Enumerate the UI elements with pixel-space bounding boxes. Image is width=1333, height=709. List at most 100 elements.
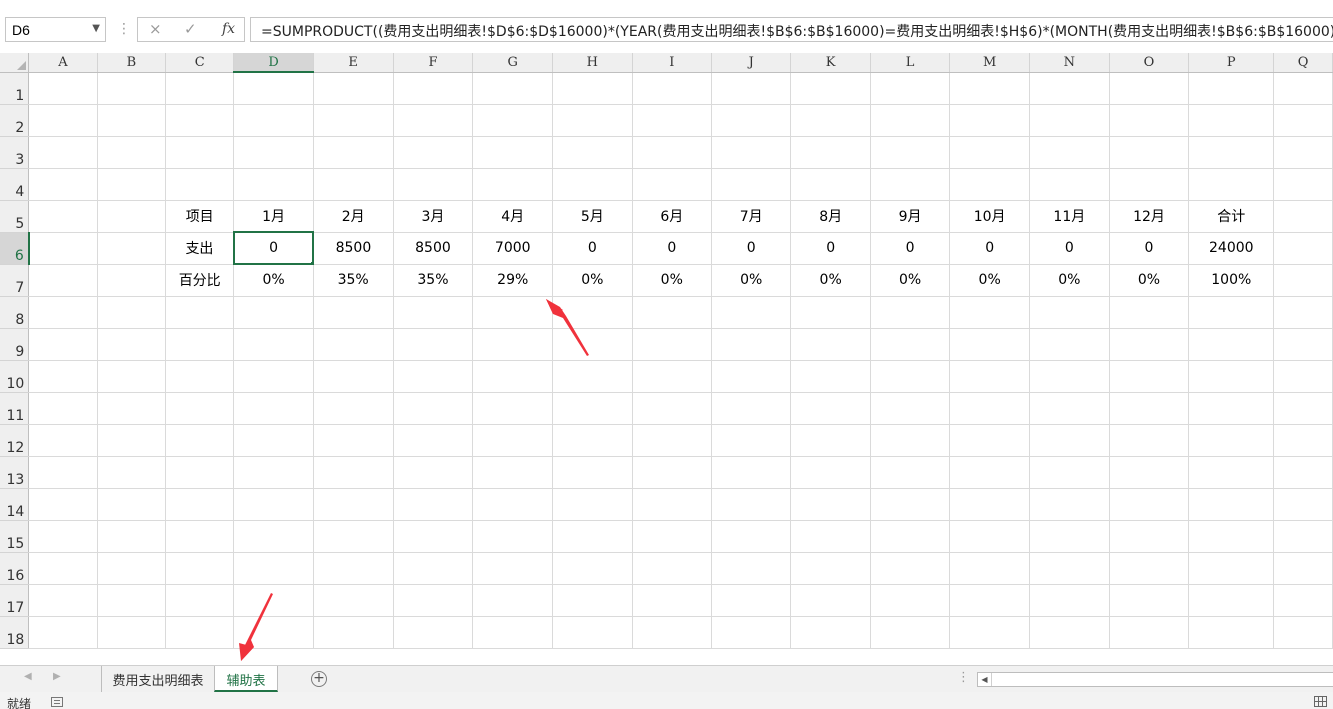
cancel-icon[interactable]: × — [149, 20, 162, 38]
cell-b6[interactable] — [97, 232, 167, 265]
cell-g17[interactable] — [472, 584, 554, 617]
cell-a8[interactable] — [28, 296, 98, 329]
cell-i2[interactable] — [632, 104, 713, 137]
cell-o16[interactable] — [1109, 552, 1190, 585]
row-header[interactable]: 16 — [0, 552, 30, 585]
cell-i1[interactable] — [632, 72, 713, 105]
cell-h7[interactable]: 0% — [552, 264, 633, 297]
cell-a18[interactable] — [28, 616, 98, 649]
cell-d10[interactable] — [233, 360, 314, 393]
formula-bar-grip-icon[interactable]: ⋮ — [117, 19, 131, 39]
cell-f15[interactable] — [393, 520, 474, 553]
cell-d14[interactable] — [233, 488, 314, 521]
column-header-o[interactable]: O — [1109, 53, 1190, 73]
cell-n18[interactable] — [1029, 616, 1110, 649]
cell-b2[interactable] — [97, 104, 167, 137]
cell-o18[interactable] — [1109, 616, 1190, 649]
cell-l9[interactable] — [870, 328, 951, 361]
cell-o14[interactable] — [1109, 488, 1190, 521]
cell-l16[interactable] — [870, 552, 951, 585]
cell-a15[interactable] — [28, 520, 98, 553]
cell-f3[interactable] — [393, 136, 474, 169]
row-header[interactable]: 1 — [0, 72, 30, 105]
cell-i17[interactable] — [632, 584, 713, 617]
cell-m16[interactable] — [949, 552, 1030, 585]
column-header-d[interactable]: D — [233, 53, 314, 73]
cell-i10[interactable] — [632, 360, 713, 393]
cell-c13[interactable] — [165, 456, 235, 489]
cell-b17[interactable] — [97, 584, 167, 617]
cell-h14[interactable] — [552, 488, 633, 521]
cell-a5[interactable] — [28, 200, 98, 233]
cell-j7[interactable]: 0% — [711, 264, 792, 297]
cell-n5[interactable]: 11月 — [1029, 200, 1110, 233]
prev-sheet-icon[interactable]: ◀ — [24, 671, 32, 682]
cell-h5[interactable]: 5月 — [552, 200, 633, 233]
cell-j13[interactable] — [711, 456, 792, 489]
column-header-f[interactable]: F — [393, 53, 474, 73]
row-header[interactable]: 11 — [0, 392, 30, 425]
cell-g16[interactable] — [472, 552, 554, 585]
cell-e12[interactable] — [313, 424, 394, 457]
cell-k14[interactable] — [790, 488, 871, 521]
cell-e3[interactable] — [313, 136, 394, 169]
cell-h16[interactable] — [552, 552, 633, 585]
macro-record-icon[interactable] — [51, 697, 63, 707]
cell-o11[interactable] — [1109, 392, 1190, 425]
cell-k16[interactable] — [790, 552, 871, 585]
cell-a1[interactable] — [28, 72, 98, 105]
cell-d13[interactable] — [233, 456, 314, 489]
cell-e1[interactable] — [313, 72, 394, 105]
cell-o7[interactable]: 0% — [1109, 264, 1190, 297]
column-header-j[interactable]: J — [711, 53, 792, 73]
column-header-a[interactable]: A — [28, 53, 98, 73]
cell-a11[interactable] — [28, 392, 98, 425]
cell-o4[interactable] — [1109, 168, 1190, 201]
cell-d17[interactable] — [233, 584, 314, 617]
cell-j3[interactable] — [711, 136, 792, 169]
cell-j2[interactable] — [711, 104, 792, 137]
cell-p15[interactable] — [1188, 520, 1275, 553]
cell-b7[interactable] — [97, 264, 167, 297]
cell-h17[interactable] — [552, 584, 633, 617]
cell-c17[interactable] — [165, 584, 235, 617]
cell-b16[interactable] — [97, 552, 167, 585]
cell-j16[interactable] — [711, 552, 792, 585]
cell-g14[interactable] — [472, 488, 554, 521]
cell-j17[interactable] — [711, 584, 792, 617]
active-cell-d6[interactable]: 0 — [232, 231, 315, 265]
row-header[interactable]: 12 — [0, 424, 30, 457]
cell-h12[interactable] — [552, 424, 633, 457]
cell-q4[interactable] — [1273, 168, 1333, 201]
add-sheet-icon[interactable]: + — [311, 671, 327, 687]
cell-b5[interactable] — [97, 200, 167, 233]
cell-j15[interactable] — [711, 520, 792, 553]
cell-f4[interactable] — [393, 168, 474, 201]
cell-m8[interactable] — [949, 296, 1030, 329]
cell-b1[interactable] — [97, 72, 167, 105]
cell-q9[interactable] — [1273, 328, 1333, 361]
cell-k1[interactable] — [790, 72, 871, 105]
cell-n16[interactable] — [1029, 552, 1110, 585]
cell-m15[interactable] — [949, 520, 1030, 553]
cell-k17[interactable] — [790, 584, 871, 617]
column-header-c[interactable]: C — [165, 53, 235, 73]
cell-f13[interactable] — [393, 456, 474, 489]
cell-c12[interactable] — [165, 424, 235, 457]
cell-f8[interactable] — [393, 296, 474, 329]
cell-m3[interactable] — [949, 136, 1030, 169]
formula-input[interactable]: =SUMPRODUCT((费用支出明细表!$D$6:$D$16000)*(YEA… — [250, 17, 1333, 42]
cell-g15[interactable] — [472, 520, 554, 553]
cell-l3[interactable] — [870, 136, 951, 169]
cell-o2[interactable] — [1109, 104, 1190, 137]
cell-q1[interactable] — [1273, 72, 1333, 105]
cell-h1[interactable] — [552, 72, 633, 105]
cell-b12[interactable] — [97, 424, 167, 457]
cell-p4[interactable] — [1188, 168, 1275, 201]
cell-k9[interactable] — [790, 328, 871, 361]
cell-k6[interactable]: 0 — [790, 232, 871, 265]
cell-n17[interactable] — [1029, 584, 1110, 617]
next-sheet-icon[interactable]: ▶ — [53, 671, 61, 682]
cell-i15[interactable] — [632, 520, 713, 553]
cell-i16[interactable] — [632, 552, 713, 585]
